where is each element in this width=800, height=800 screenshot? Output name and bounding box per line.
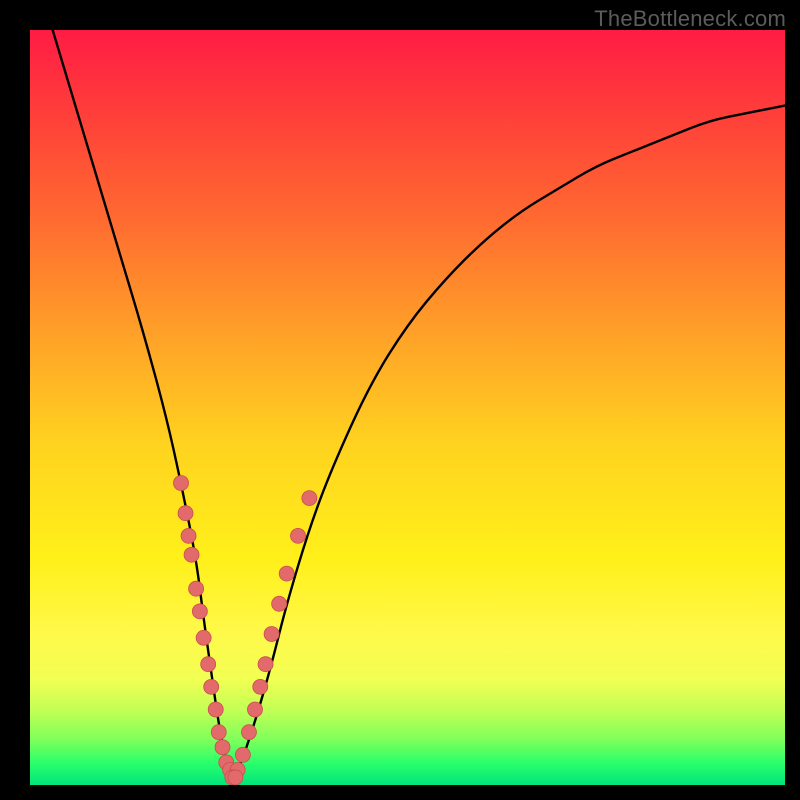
data-point	[189, 581, 204, 596]
data-point	[253, 679, 268, 694]
data-point	[302, 491, 317, 506]
data-point	[181, 528, 196, 543]
data-point	[211, 725, 226, 740]
data-point	[272, 596, 287, 611]
data-point	[264, 627, 279, 642]
bottleneck-curve	[53, 30, 785, 774]
data-point	[196, 630, 211, 645]
data-point	[228, 770, 243, 785]
data-point	[241, 725, 256, 740]
data-point	[178, 506, 193, 521]
data-point	[184, 547, 199, 562]
data-point	[291, 528, 306, 543]
chart-area	[30, 30, 785, 785]
data-point	[204, 679, 219, 694]
data-point	[201, 657, 216, 672]
data-point	[174, 476, 189, 491]
data-point	[192, 604, 207, 619]
data-point	[235, 747, 250, 762]
chart-svg	[30, 30, 785, 785]
watermark-text: TheBottleneck.com	[594, 6, 786, 32]
data-point	[208, 702, 223, 717]
data-point	[258, 657, 273, 672]
scatter-dots	[174, 476, 317, 785]
data-point	[215, 740, 230, 755]
data-point	[279, 566, 294, 581]
data-point	[247, 702, 262, 717]
